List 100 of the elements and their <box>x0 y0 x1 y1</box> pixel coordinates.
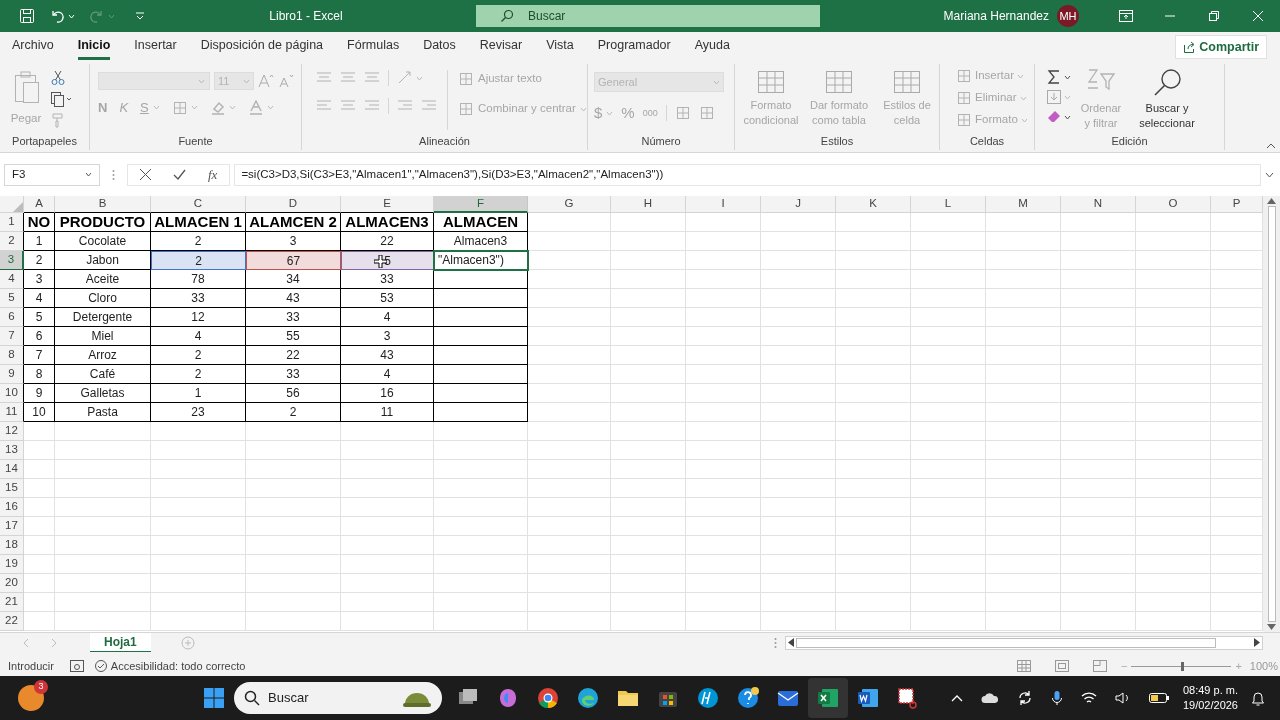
column-header[interactable]: H <box>611 196 686 213</box>
edge-icon[interactable] <box>576 686 600 710</box>
menu-tab[interactable]: Disposición de página <box>200 34 324 60</box>
accessibility-icon[interactable] <box>93 659 108 673</box>
row-header[interactable]: 11 <box>0 403 24 422</box>
row-header[interactable]: 8 <box>0 346 24 365</box>
weather-icon[interactable] <box>18 685 44 711</box>
normal-view-icon[interactable] <box>1017 660 1031 672</box>
excel-icon[interactable] <box>816 686 840 710</box>
menu-tab[interactable]: Archivo <box>12 34 54 60</box>
row-header[interactable]: 15 <box>0 479 24 498</box>
restore-icon[interactable] <box>1209 11 1219 21</box>
scroll-right-icon[interactable] <box>1254 638 1260 647</box>
row-header[interactable]: 13 <box>0 441 24 460</box>
taskbar-search[interactable]: Buscar <box>234 682 442 714</box>
ribbon-button[interactable]: Buscar y seleccionar <box>1131 68 1203 131</box>
speaker-icon[interactable] <box>1114 691 1131 705</box>
sync-icon[interactable] <box>1016 690 1033 706</box>
scroll-down-icon[interactable] <box>1267 624 1276 630</box>
column-header[interactable]: N <box>1061 196 1136 213</box>
windows-start-icon[interactable] <box>202 686 226 710</box>
page-break-icon[interactable] <box>1093 660 1107 672</box>
menu-tab[interactable]: Inicio <box>77 34 111 60</box>
chrome-icon[interactable] <box>536 686 560 710</box>
font-color-icon[interactable] <box>247 99 264 116</box>
microphone-icon[interactable] <box>1050 690 1063 706</box>
user-avatar[interactable]: MH <box>1057 5 1079 27</box>
cancel-icon[interactable] <box>140 169 151 180</box>
row-header[interactable]: 17 <box>0 517 24 536</box>
expand-icon[interactable] <box>1265 171 1274 178</box>
row-header[interactable]: 20 <box>0 574 24 593</box>
search-field[interactable]: Buscar <box>476 5 820 27</box>
autosum-icon[interactable] <box>1047 70 1061 84</box>
horizontal-scrollbar[interactable] <box>785 635 1263 650</box>
insert-function-button[interactable]: fx <box>208 164 218 185</box>
column-header[interactable]: M <box>986 196 1061 213</box>
column-header[interactable]: I <box>686 196 761 213</box>
close-icon[interactable] <box>1253 11 1263 21</box>
column-header[interactable]: D <box>246 196 341 213</box>
scroll-up-icon[interactable] <box>1267 198 1276 204</box>
row-header[interactable]: 19 <box>0 555 24 574</box>
menu-tab[interactable]: Datos <box>423 34 456 60</box>
row-header[interactable]: 1 <box>0 213 24 232</box>
chevron-up-icon[interactable] <box>950 694 963 702</box>
customize-icon[interactable] <box>135 11 145 21</box>
scroll-left-icon[interactable] <box>788 638 794 647</box>
menu-tab[interactable]: Programador <box>597 34 671 60</box>
column-header[interactable]: L <box>911 196 986 213</box>
eraser-icon[interactable] <box>1047 110 1061 124</box>
notifications-icon[interactable] <box>1250 690 1266 706</box>
menu-tab[interactable]: Vista <box>546 34 574 60</box>
cloud-icon[interactable] <box>980 692 999 704</box>
sheet-tab[interactable]: Hoja1 <box>90 632 151 653</box>
enter-icon[interactable] <box>173 169 186 180</box>
row-header[interactable]: 16 <box>0 498 24 517</box>
formula-field[interactable]: =si(C3>D3,Si(C3>E3,"Almacen1","Almacen3"),Si(D3>E3,"Almacen2","Almacen3")) <box>234 163 1261 186</box>
column-header[interactable]: B <box>55 196 151 213</box>
menu-tab[interactable]: Insertar <box>134 34 177 60</box>
row-header[interactable]: 12 <box>0 422 24 441</box>
column-header[interactable]: F <box>434 196 528 213</box>
battery-icon[interactable] <box>1148 693 1169 703</box>
save-icon[interactable] <box>19 8 35 24</box>
hp-icon[interactable] <box>696 686 720 710</box>
row-header[interactable]: 21 <box>0 593 24 612</box>
row-header[interactable]: 9 <box>0 365 24 384</box>
row-header[interactable]: 14 <box>0 460 24 479</box>
row-header[interactable]: 10 <box>0 384 24 403</box>
row-header[interactable]: 6 <box>0 308 24 327</box>
row-header[interactable]: 18 <box>0 536 24 555</box>
page-layout-icon[interactable] <box>1055 660 1069 672</box>
wifi-icon[interactable] <box>1080 691 1097 705</box>
zoom-slider-thumb[interactable] <box>1181 661 1185 671</box>
column-header[interactable]: C <box>151 196 246 213</box>
row-header[interactable]: 3 <box>0 251 24 270</box>
name-box[interactable]: F3 <box>4 163 100 186</box>
ribbon-display-icon[interactable] <box>1119 10 1133 22</box>
row-header[interactable]: 4 <box>0 270 24 289</box>
column-header[interactable]: A <box>24 196 55 213</box>
row-header[interactable]: 2 <box>0 232 24 251</box>
vertical-scrollbar[interactable] <box>1263 196 1280 632</box>
word-icon[interactable] <box>856 686 880 710</box>
menu-tab[interactable]: Ayuda <box>694 34 730 60</box>
undo-icon[interactable] <box>49 8 65 24</box>
row-header[interactable]: 22 <box>0 612 24 631</box>
share-button[interactable]: Compartir <box>1175 35 1267 59</box>
snipping-tool-icon[interactable] <box>896 686 920 710</box>
cut-icon[interactable] <box>50 70 66 86</box>
collapse-ribbon-icon[interactable] <box>1266 142 1276 150</box>
row-header[interactable]: 7 <box>0 327 24 346</box>
column-header[interactable]: G <box>528 196 611 213</box>
menu-tab[interactable]: Fórmulas <box>347 34 400 60</box>
row-header[interactable]: 5 <box>0 289 24 308</box>
macro-record-icon[interactable] <box>69 660 84 672</box>
column-header[interactable]: O <box>1136 196 1211 213</box>
column-header[interactable]: J <box>761 196 836 213</box>
copy-icon[interactable] <box>50 91 72 107</box>
fill-color-icon[interactable] <box>209 99 226 116</box>
column-header[interactable]: K <box>836 196 911 213</box>
menu-tab[interactable]: Revisar <box>479 34 523 60</box>
help-icon[interactable] <box>736 686 760 710</box>
